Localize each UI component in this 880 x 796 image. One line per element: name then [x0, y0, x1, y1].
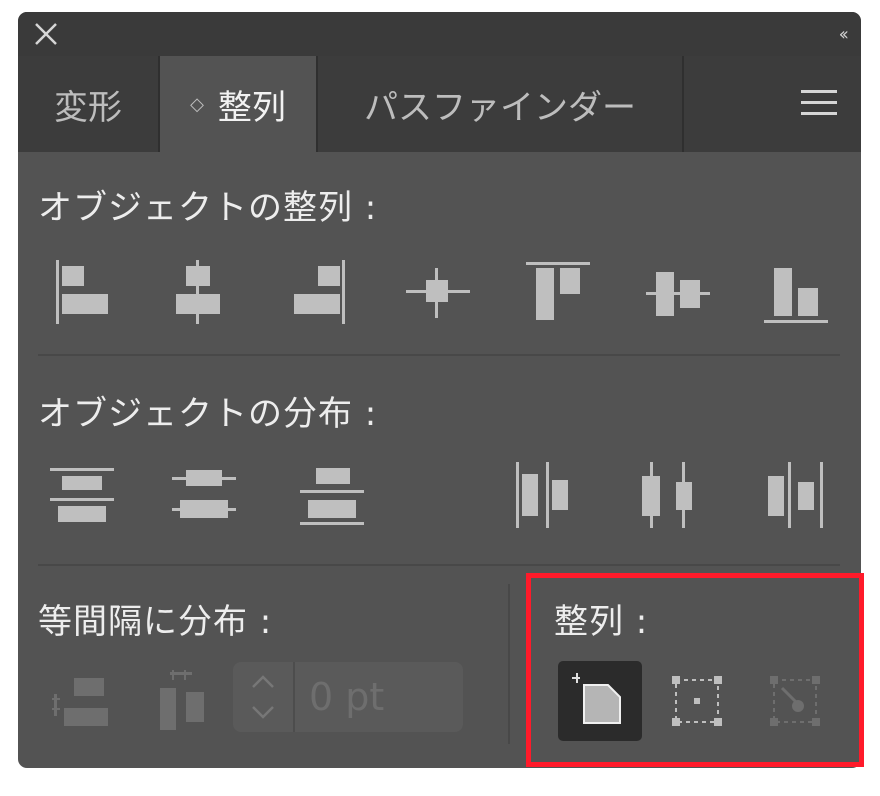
align-vcenter-icon[interactable] — [406, 262, 470, 322]
tab-label: パスファインダー — [364, 87, 636, 128]
dist-bottom-icon[interactable] — [300, 466, 364, 526]
align-bottom-icon[interactable] — [764, 260, 828, 324]
updown-icon: ◇ — [190, 93, 204, 115]
tab-label: 整列 — [217, 87, 286, 128]
dist-left-icon[interactable] — [514, 462, 574, 528]
spin-updown-icon[interactable] — [250, 671, 276, 723]
align-objects-title: オブジェクトの整列 : — [38, 188, 378, 228]
dist-right-icon[interactable] — [764, 462, 828, 528]
align-left-icon[interactable] — [52, 260, 112, 324]
close-icon[interactable] — [32, 20, 60, 48]
collapse-icon[interactable]: ‹‹ — [839, 24, 850, 45]
align-right-icon[interactable] — [288, 260, 348, 324]
highlight-box — [526, 573, 864, 767]
dist-vcenter-icon[interactable] — [172, 466, 236, 526]
tab-pathfinder[interactable]: パスファインダー — [318, 56, 684, 152]
distribute-objects-title: オブジェクトの分布 : — [38, 394, 378, 434]
section-divider — [38, 564, 840, 566]
spin-arrows[interactable] — [233, 662, 295, 732]
tab-transform[interactable]: 変形 — [18, 56, 160, 152]
panel-titlebar[interactable]: ‹‹ — [18, 12, 861, 56]
align-vcenter2-icon[interactable] — [646, 264, 710, 324]
dist-hcenter-icon[interactable] — [638, 462, 698, 528]
tab-label: 変形 — [54, 87, 122, 128]
menu-icon[interactable] — [801, 90, 837, 118]
align-top-icon[interactable] — [526, 262, 590, 326]
dist-vspace-icon — [52, 678, 108, 726]
tab-align[interactable]: ◇ 整列 — [160, 56, 318, 152]
dist-top-icon[interactable] — [50, 466, 114, 526]
section-vdivider — [508, 584, 510, 744]
dist-hspace-icon — [160, 670, 204, 730]
spacing-value: 0 pt — [309, 675, 385, 719]
distribute-spacing-title: 等間隔に分布 : — [38, 602, 273, 642]
section-divider — [38, 354, 840, 356]
tab-bar: 変形 ◇ 整列 パスファインダー — [18, 56, 861, 152]
align-hcenter-icon[interactable] — [168, 260, 228, 324]
spacing-value-field[interactable]: 0 pt — [233, 662, 463, 732]
